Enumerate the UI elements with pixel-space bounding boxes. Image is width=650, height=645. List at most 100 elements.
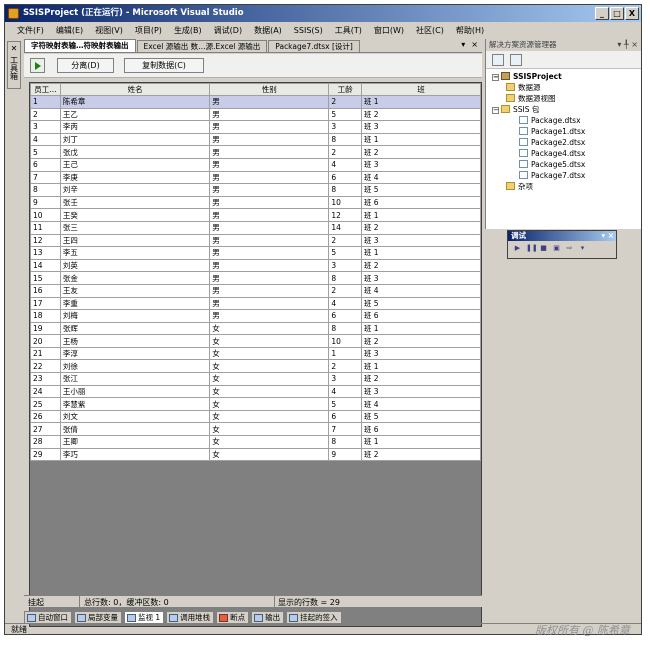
tab-excel-source-output[interactable]: Excel 源输出 数…源.Excel 源输出 (136, 40, 268, 52)
cell-employee-id[interactable]: 11 (30, 220, 61, 235)
menu-community[interactable]: 社区(C) (410, 25, 450, 36)
table-row[interactable]: 17 李重男 4 班 5 (30, 296, 481, 311)
cell-name[interactable]: 刘梅 (59, 309, 211, 323)
cell-name[interactable]: 陈希章 (59, 95, 211, 109)
cell-seniority[interactable]: 12 (328, 208, 362, 222)
cell-class[interactable]: 班 6 (360, 422, 481, 437)
cell-class[interactable]: 班 2 (360, 447, 481, 462)
cell-seniority[interactable]: 10 (328, 334, 362, 348)
table-row[interactable]: 22 刘徐女 2 班 1 (30, 359, 481, 374)
cell-employee-id[interactable]: 12 (30, 233, 61, 248)
cell-gender[interactable]: 男 (209, 220, 330, 235)
debug-toolbar-controls[interactable]: ▾ × (601, 231, 614, 241)
cell-name[interactable]: 刘丁 (59, 132, 211, 147)
cell-gender[interactable]: 女 (209, 321, 330, 336)
cell-seniority[interactable]: 4 (328, 384, 362, 399)
stop-icon[interactable]: ■ (539, 244, 548, 253)
cell-class[interactable]: 班 3 (360, 233, 481, 248)
step-into-icon[interactable]: ▾ (578, 244, 587, 253)
cell-name[interactable]: 刘文 (59, 409, 211, 424)
cell-class[interactable]: 班 1 (360, 208, 481, 222)
cell-class[interactable]: 班 5 (360, 296, 481, 311)
maximize-button[interactable]: □ (610, 7, 624, 20)
table-row[interactable]: 14 刘英男 3 班 2 (30, 258, 481, 273)
cell-gender[interactable]: 男 (209, 246, 330, 260)
cell-gender[interactable]: 女 (209, 409, 330, 424)
cell-employee-id[interactable]: 25 (30, 397, 61, 411)
cell-seniority[interactable]: 2 (328, 359, 362, 374)
table-row[interactable]: 16 王友男 2 班 4 (30, 283, 481, 298)
menu-file[interactable]: 文件(F) (11, 25, 50, 36)
column-header-name[interactable]: 姓名 (59, 83, 211, 96)
cell-name[interactable]: 李五 (59, 246, 211, 260)
cell-name[interactable]: 张倩 (59, 422, 211, 437)
cell-seniority[interactable]: 5 (328, 397, 362, 411)
cell-seniority[interactable]: 7 (328, 422, 362, 437)
cell-employee-id[interactable]: 27 (30, 422, 61, 437)
cell-gender[interactable]: 男 (209, 233, 330, 248)
cell-employee-id[interactable]: 21 (30, 346, 61, 361)
cell-class[interactable]: 班 3 (360, 346, 481, 361)
cell-class[interactable]: 班 1 (360, 435, 481, 449)
cell-employee-id[interactable]: 18 (30, 309, 61, 323)
cell-name[interactable]: 刘辛 (59, 183, 211, 197)
cell-employee-id[interactable]: 14 (30, 258, 61, 273)
cell-seniority[interactable]: 3 (328, 120, 362, 134)
menu-build[interactable]: 生成(B) (168, 25, 208, 36)
cell-name[interactable]: 李庚 (59, 170, 211, 185)
cell-gender[interactable]: 男 (209, 170, 330, 185)
cell-gender[interactable]: 男 (209, 258, 330, 273)
cell-name[interactable]: 刘英 (59, 258, 211, 273)
cell-name[interactable]: 刘徐 (59, 359, 211, 374)
cell-seniority[interactable]: 8 (328, 321, 362, 336)
cell-class[interactable]: 班 2 (360, 145, 481, 159)
cell-class[interactable]: 班 6 (360, 309, 481, 323)
cell-class[interactable]: 班 6 (360, 195, 481, 210)
table-row[interactable]: 28 王卿女 8 班 1 (30, 435, 481, 449)
cell-class[interactable]: 班 2 (360, 258, 481, 273)
cell-gender[interactable]: 女 (209, 372, 330, 386)
toolbox-tab[interactable]: ✕ 工具箱 (7, 41, 21, 89)
table-row[interactable]: 11 张三男 14 班 2 (30, 220, 481, 235)
cell-class[interactable]: 班 1 (360, 359, 481, 374)
cell-gender[interactable]: 男 (209, 157, 330, 172)
menu-edit[interactable]: 编辑(E) (50, 25, 89, 36)
cell-class[interactable]: 班 2 (360, 220, 481, 235)
tree-data-source-views[interactable]: 数据源视图 (506, 93, 556, 104)
menu-view[interactable]: 视图(V) (89, 25, 129, 36)
cell-employee-id[interactable]: 22 (30, 359, 61, 374)
cell-name[interactable]: 张辉 (59, 321, 211, 336)
continue-play-button[interactable] (30, 58, 45, 73)
column-header-class[interactable]: 班 (360, 83, 481, 96)
cell-employee-id[interactable]: 13 (30, 246, 61, 260)
menu-data[interactable]: 数据(A) (248, 25, 288, 36)
tab-package7-design[interactable]: Package7.dtsx [设计] (268, 40, 360, 52)
break-all-icon[interactable]: ❚❚ (526, 244, 538, 253)
tab-close-icon[interactable]: × (471, 40, 478, 49)
cell-employee-id[interactable]: 15 (30, 271, 61, 285)
cell-name[interactable]: 张壬 (59, 195, 211, 210)
cell-seniority[interactable]: 9 (328, 447, 362, 462)
table-row[interactable]: 21 李淳女 1 班 3 (30, 346, 481, 361)
show-all-files-icon[interactable] (510, 54, 522, 66)
cell-employee-id[interactable]: 5 (30, 145, 61, 159)
cell-name[interactable]: 李重 (59, 296, 211, 311)
tree-package[interactable]: Package.dtsx (519, 115, 581, 126)
cell-gender[interactable]: 女 (209, 334, 330, 348)
table-row[interactable]: 20 王杨女 10 班 2 (30, 334, 481, 348)
cell-employee-id[interactable]: 4 (30, 132, 61, 147)
table-row[interactable]: 5 张戊男 2 班 2 (30, 145, 481, 159)
table-row[interactable]: 1 陈希章男 2 班 1 (30, 95, 481, 109)
cell-name[interactable]: 王己 (59, 157, 211, 172)
cell-class[interactable]: 班 2 (360, 372, 481, 386)
cell-seniority[interactable]: 2 (328, 95, 362, 109)
cell-gender[interactable]: 女 (209, 397, 330, 411)
cell-employee-id[interactable]: 20 (30, 334, 61, 348)
cell-seniority[interactable]: 8 (328, 183, 362, 197)
cell-gender[interactable]: 男 (209, 107, 330, 122)
cell-class[interactable]: 班 2 (360, 107, 481, 122)
menu-project[interactable]: 项目(P) (129, 25, 168, 36)
table-row[interactable]: 10 王癸男 12 班 1 (30, 208, 481, 222)
cell-gender[interactable]: 男 (209, 296, 330, 311)
cell-class[interactable]: 班 1 (360, 95, 481, 109)
